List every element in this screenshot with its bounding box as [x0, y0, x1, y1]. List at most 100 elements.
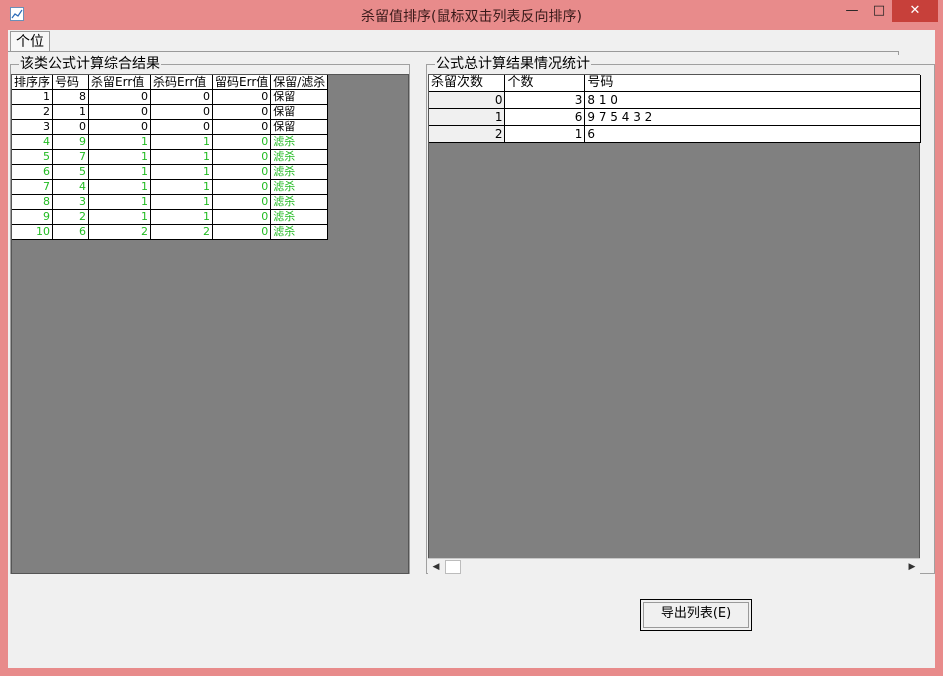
table-row[interactable]: 216 — [429, 125, 921, 143]
cell-status: 滤杀 — [270, 224, 329, 240]
cell-num: 3 — [52, 194, 90, 210]
table-row[interactable]: 3 0 0 0 0 保留 — [12, 119, 329, 135]
column-header[interactable]: 杀留Err值 — [88, 75, 152, 90]
tab-units[interactable]: 个位 — [10, 31, 50, 52]
cell-kl: 1 — [88, 164, 152, 180]
cell-kl: 0 — [88, 104, 152, 120]
cell-count: 6 — [504, 108, 586, 126]
cell-lm: 0 — [212, 89, 272, 105]
scroll-left-arrow-icon[interactable]: ◀ — [428, 559, 444, 575]
stats-horizontal-scrollbar[interactable]: ◀ ▶ — [428, 558, 920, 575]
table-row[interactable]: 1 8 0 0 0 保留 — [12, 89, 329, 105]
scroll-thumb[interactable] — [445, 560, 461, 574]
cell-km: 1 — [150, 194, 214, 210]
table-row[interactable]: 038 1 0 — [429, 91, 921, 109]
combined-results-table: 排序序 号码 杀留Err值 杀码Err值 留码Err值 保留/滤杀 1 8 0 0 0 保留 2 1 0 0… — [12, 75, 329, 240]
cell-count: 3 — [504, 91, 586, 109]
table-row[interactable]: 6 5 1 1 0 滤杀 — [12, 164, 329, 180]
cell-km: 1 — [150, 149, 214, 165]
cell-num: 9 — [52, 134, 90, 150]
cell-lm: 0 — [212, 119, 272, 135]
cell-rank: 7 — [12, 179, 54, 195]
cell-km: 2 — [150, 224, 214, 240]
cell-status: 滤杀 — [270, 149, 329, 165]
cell-lm: 0 — [212, 179, 272, 195]
column-header[interactable]: 个数 — [504, 75, 586, 92]
cell-kl: 1 — [88, 179, 152, 195]
stats-title: 公式总计算结果情况统计 — [435, 56, 591, 72]
title-bar[interactable]: 杀留值排序(鼠标双击列表反向排序) — □ ✕ — [0, 0, 943, 30]
cell-kl: 1 — [88, 209, 152, 225]
cell-km: 0 — [150, 104, 214, 120]
table-header-row: 杀留次数 个数 号码 — [429, 75, 921, 92]
cell-times: 2 — [429, 125, 506, 143]
table-row[interactable]: 169 7 5 4 3 2 — [429, 108, 921, 126]
cell-times: 1 — [429, 108, 506, 126]
minimize-button[interactable]: — — [838, 0, 866, 22]
cell-nums: 6 — [584, 125, 921, 143]
cell-num: 7 — [52, 149, 90, 165]
tab-strip-edge — [896, 51, 899, 55]
cell-km: 0 — [150, 119, 214, 135]
cell-nums: 8 1 0 — [584, 91, 921, 109]
close-button[interactable]: ✕ — [892, 0, 938, 22]
cell-status: 保留 — [270, 104, 329, 120]
column-header[interactable]: 排序序 — [12, 75, 54, 90]
cell-status: 滤杀 — [270, 179, 329, 195]
cell-lm: 0 — [212, 134, 272, 150]
cell-kl: 1 — [88, 134, 152, 150]
cell-km: 1 — [150, 164, 214, 180]
scroll-right-arrow-icon[interactable]: ▶ — [904, 559, 920, 575]
cell-count: 1 — [504, 125, 586, 143]
column-header[interactable]: 号码 — [52, 75, 90, 90]
cell-num: 5 — [52, 164, 90, 180]
window-title: 杀留值排序(鼠标双击列表反向排序) — [361, 9, 582, 25]
cell-rank: 9 — [12, 209, 54, 225]
stats-table: 杀留次数 个数 号码 038 1 0169 7 5 4 3 2216 — [429, 75, 921, 143]
cell-num: 1 — [52, 104, 90, 120]
table-row[interactable]: 7 4 1 1 0 滤杀 — [12, 179, 329, 195]
cell-kl: 1 — [88, 149, 152, 165]
cell-km: 0 — [150, 89, 214, 105]
cell-rank: 6 — [12, 164, 54, 180]
table-header-row: 排序序 号码 杀留Err值 杀码Err值 留码Err值 保留/滤杀 — [12, 75, 329, 90]
cell-km: 1 — [150, 209, 214, 225]
cell-rank: 4 — [12, 134, 54, 150]
button-focus-border — [643, 602, 749, 628]
cell-status: 保留 — [270, 119, 329, 135]
table-row[interactable]: 10 6 2 2 0 滤杀 — [12, 224, 329, 240]
table-row[interactable]: 4 9 1 1 0 滤杀 — [12, 134, 329, 150]
cell-kl: 0 — [88, 89, 152, 105]
cell-lm: 0 — [212, 149, 272, 165]
export-list-button[interactable]: 导出列表(E) — [640, 599, 752, 631]
cell-num: 2 — [52, 209, 90, 225]
cell-nums: 9 7 5 4 3 2 — [584, 108, 921, 126]
cell-num: 0 — [52, 119, 90, 135]
table-row[interactable]: 8 3 1 1 0 滤杀 — [12, 194, 329, 210]
tab-strip-divider — [8, 51, 898, 52]
cell-km: 1 — [150, 134, 214, 150]
table-row[interactable]: 5 7 1 1 0 滤杀 — [12, 149, 329, 165]
cell-status: 滤杀 — [270, 194, 329, 210]
column-header[interactable]: 号码 — [584, 75, 921, 92]
cell-km: 1 — [150, 179, 214, 195]
cell-times: 0 — [429, 91, 506, 109]
column-header[interactable]: 杀留次数 — [429, 75, 506, 92]
stats-grid[interactable]: 杀留次数 个数 号码 038 1 0169 7 5 4 3 2216 — [428, 74, 921, 574]
combined-results-grid[interactable]: 排序序 号码 杀留Err值 杀码Err值 留码Err值 保留/滤杀 1 8 0 0 0 保留 2 1 0 0… — [11, 74, 409, 574]
column-header[interactable]: 杀码Err值 — [150, 75, 214, 90]
cell-kl: 2 — [88, 224, 152, 240]
cell-rank: 5 — [12, 149, 54, 165]
cell-rank: 8 — [12, 194, 54, 210]
table-row[interactable]: 9 2 1 1 0 滤杀 — [12, 209, 329, 225]
column-header[interactable]: 保留/滤杀 — [270, 75, 329, 90]
cell-status: 滤杀 — [270, 209, 329, 225]
cell-rank: 10 — [12, 224, 54, 240]
table-row[interactable]: 2 1 0 0 0 保留 — [12, 104, 329, 120]
cell-rank: 1 — [12, 89, 54, 105]
client-area: 个位 该类公式计算综合结果 公式总计算结果情况统计 排序序 号码 杀留Err值 杀码E… — [8, 30, 935, 668]
column-header[interactable]: 留码Err值 — [212, 75, 272, 90]
cell-lm: 0 — [212, 194, 272, 210]
maximize-button[interactable]: □ — [866, 0, 892, 22]
cell-num: 6 — [52, 224, 90, 240]
